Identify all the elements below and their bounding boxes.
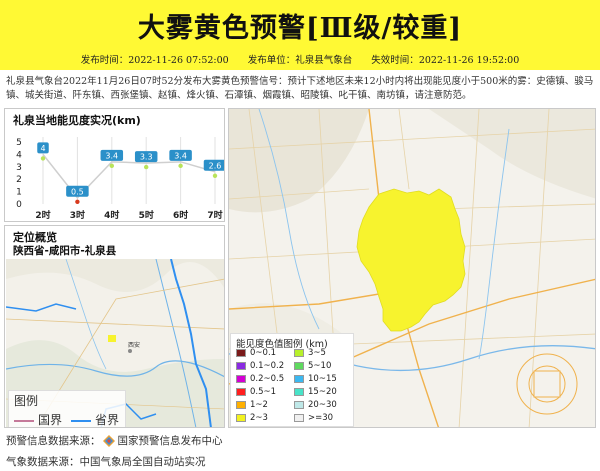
legend-item: 0.2~0.5 xyxy=(236,374,284,384)
overview-map-city-label: 西安 xyxy=(128,341,140,349)
data-point xyxy=(75,199,80,204)
legend-item: 10~15 xyxy=(294,374,337,384)
warning-header: 大雾黄色预警[Ⅲ级/较重] 发布时间：2022-11-26 07:52:00 发… xyxy=(0,0,600,70)
data-label: 3.4 xyxy=(174,151,187,160)
visibility-color-legend: 能见度色值图例 (km) 0~0.1 0.1~0.2 0.2~0.5 0.5~1… xyxy=(230,333,354,427)
legend-item: 5~10 xyxy=(294,361,331,371)
y-tick-label: 0 xyxy=(16,200,22,210)
issue-time: 发布时间：2022-11-26 07:52:00 xyxy=(80,55,229,66)
y-tick-label: 3 xyxy=(16,163,22,173)
national-border-swatch xyxy=(14,419,34,422)
warning-title: 大雾黄色预警[Ⅲ级/较重] xyxy=(137,13,463,44)
visibility-panel: 礼泉当地能见度实况(km) 0 1 2 3 4 5 2时 3时 4时 5时 6时 7时 4 0.5 3.4 3… xyxy=(4,108,225,222)
legend-item: 15~20 xyxy=(294,387,337,397)
x-tick-label: 5时 xyxy=(139,209,154,221)
data-point xyxy=(144,164,149,170)
legend-item: 3~5 xyxy=(294,348,326,358)
x-tick-label: 3时 xyxy=(70,209,85,221)
visibility-chart: 0 1 2 3 4 5 2时 3时 4时 5时 6时 7时 4 0.5 3.4 3.3 3.4 2.6 xyxy=(16,137,224,221)
warning-description: 礼泉县气象台2022年11月26日07时52分发布大雾黄色预警信号：预计下述地区… xyxy=(6,76,594,101)
data-label: 3.3 xyxy=(140,153,153,162)
y-tick-label: 2 xyxy=(16,175,22,185)
weather-source: 气象数据来源：中国气象局全国自动站实况 xyxy=(6,456,206,468)
x-tick-label: 7时 xyxy=(207,209,222,221)
issuer: 发布单位：礼泉县气象台 xyxy=(247,55,353,66)
legend-item: 0.1~0.2 xyxy=(236,361,284,371)
expire-time: 失效时间：2022-11-26 19:52:00 xyxy=(371,55,520,66)
x-tick-label: 6时 xyxy=(173,209,188,221)
legend-item: 0.5~1 xyxy=(236,387,276,397)
warning-meta: 发布时间：2022-11-26 07:52:00 发布单位：礼泉县气象台 失效时… xyxy=(0,52,600,66)
mini-legend-title: 图例 xyxy=(14,394,39,408)
province-border-swatch xyxy=(71,419,91,422)
data-label: 0.5 xyxy=(71,187,84,196)
legend-item: >=30 xyxy=(294,413,333,423)
data-label: 3.4 xyxy=(105,151,118,160)
data-point xyxy=(178,163,183,169)
legend-item: 20~30 xyxy=(294,400,337,410)
legend-province-border: 省界 xyxy=(71,411,119,427)
legend-national-border: 国界 xyxy=(14,411,62,427)
data-label: 2.6 xyxy=(209,161,222,170)
legend-item: 2~3 xyxy=(236,413,268,423)
x-tick-label: 4时 xyxy=(104,209,119,221)
data-point xyxy=(40,156,46,161)
y-tick-label: 5 xyxy=(16,138,22,148)
warning-center-logo-icon xyxy=(102,435,115,447)
legend-item: 0~0.1 xyxy=(236,348,276,358)
data-point xyxy=(109,163,115,169)
x-tick-label: 2时 xyxy=(35,209,50,221)
y-tick-label: 4 xyxy=(16,150,22,160)
data-label: 4 xyxy=(40,144,45,153)
map-legend-mini: 图例 国界 省界 xyxy=(8,390,126,427)
legend-item: 1~2 xyxy=(236,400,268,410)
warning-source: 预警信息数据来源： 国家预警信息发布中心 xyxy=(6,435,223,447)
location-path: 陕西省-咸阳市-礼泉县 xyxy=(13,245,117,257)
y-tick-label: 1 xyxy=(16,188,22,198)
location-panel: 定位概览 陕西省-咸阳市-礼泉县 西安 图例 国界 省界 xyxy=(4,225,225,428)
data-point xyxy=(212,173,218,178)
